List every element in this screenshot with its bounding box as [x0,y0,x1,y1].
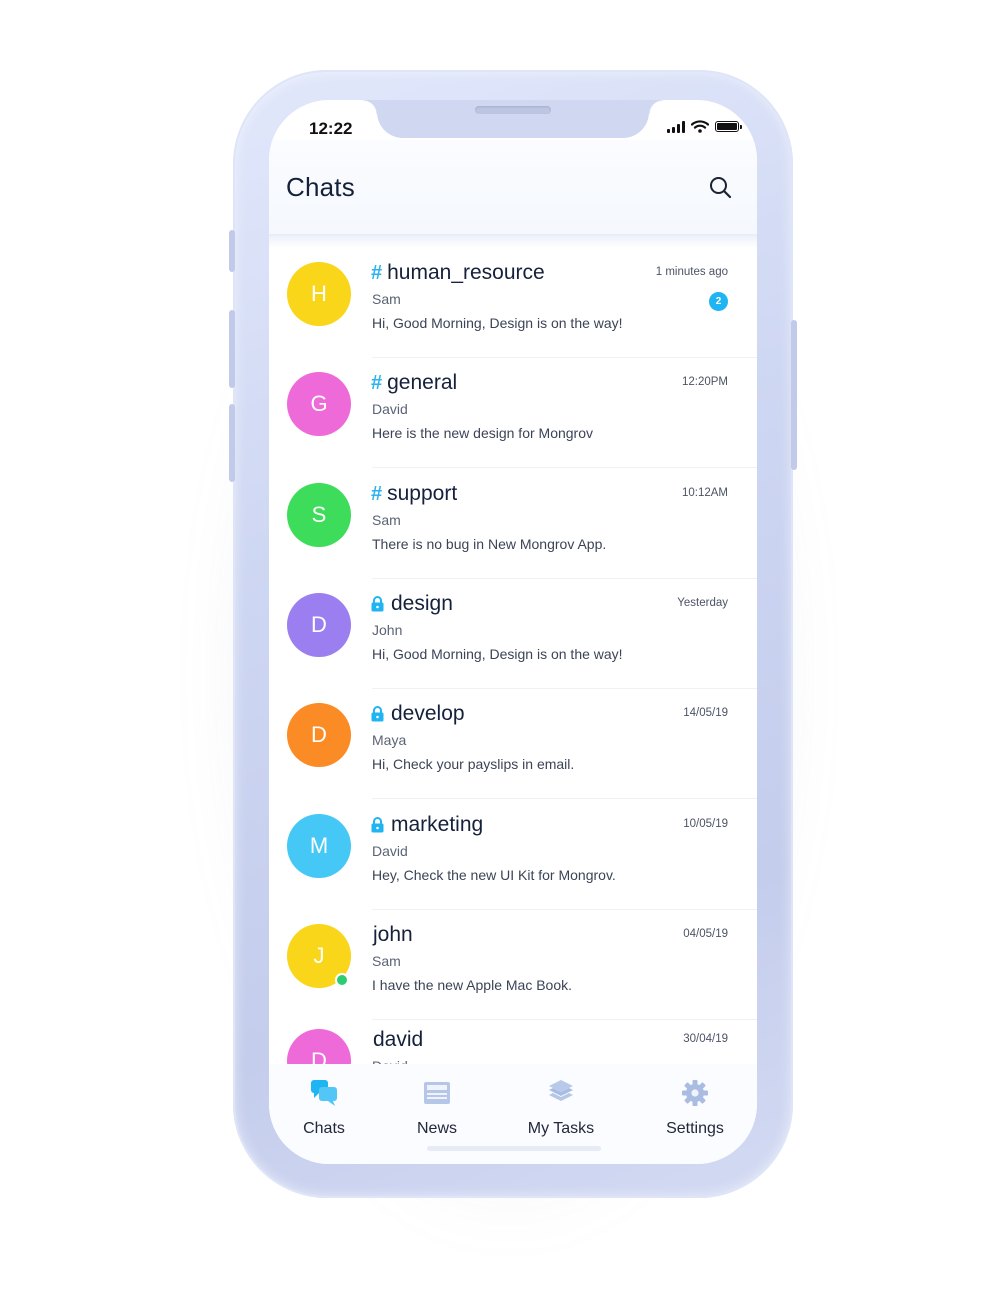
avatar: M [287,814,351,878]
header-divider [269,234,757,248]
status-time: 12:22 [309,119,353,138]
chat-preview: Here is the new design for Mongrov [372,425,593,441]
avatar: D [287,593,351,657]
chat-preview: There is no bug in New Mongrov App. [372,536,607,552]
chat-preview: Hey, Check the new UI Kit for Mongrov. [372,867,616,883]
chat-name: david [373,1028,423,1052]
chat-timestamp: 1 minutes ago [655,266,728,278]
lock-icon [371,596,384,612]
chat-row[interactable]: DdavidDavid30/04/19 [269,1015,757,1064]
hash-channel-icon: # [371,261,383,284]
gear-icon [682,1080,708,1106]
chat-sender: David [372,401,408,417]
chat-name-text: develop [391,702,465,725]
search-button[interactable] [707,174,735,202]
wifi-icon [691,120,709,133]
chat-timestamp: Yesterday [677,597,728,609]
row-divider [372,798,757,799]
chat-name: develop [371,702,465,726]
chat-sender: Sam [372,512,401,528]
tab-my-tasks[interactable]: My Tasks [506,1074,616,1140]
tab-chats[interactable]: Chats [269,1074,379,1140]
chat-sender: Sam [372,291,401,307]
status-icons [667,120,742,133]
chat-row[interactable]: S # support Sam There is no bug in New Mongr… [269,469,757,579]
chat-name-text: david [373,1028,424,1051]
chat-name: # general [371,371,457,395]
chat-row[interactable]: Jjohn Sam I have the new Apple Mac Book. 04… [269,910,757,1020]
chat-row[interactable]: H # human_resource Sam Hi, Good Morning, Des… [269,248,757,358]
chat-row[interactable]: G # general David Here is the new design for… [269,358,757,468]
avatar: D [287,703,351,767]
phone-screen: 12:22 Chats H # human_resource Sam Hi, Good … [269,100,757,1164]
row-divider [372,467,757,468]
chat-timestamp: 30/04/19 [683,1033,728,1045]
layers-icon [549,1080,573,1101]
chat-timestamp: 14/05/19 [683,707,728,719]
chat-name: # human_resource [371,261,545,285]
lock-icon [371,817,384,833]
home-indicator[interactable] [427,1146,601,1151]
page-title: Chats [286,172,355,202]
unread-count-badge: 2 [709,292,728,311]
chat-name-text: support [387,482,458,505]
chat-row[interactable]: Mmarketing David Hey, Check the new UI Kit… [269,800,757,910]
tab-label-my-tasks: My Tasks [527,1120,595,1137]
cellular-signal-icon [667,120,685,133]
chat-preview: Hi, Check your payslips in email. [372,756,575,772]
volume-down-button [229,404,235,482]
chat-timestamp: 10/05/19 [683,818,728,830]
chat-name-text: human_resource [387,261,545,284]
hash-channel-icon: # [371,482,383,505]
battery-icon [715,121,742,132]
hash-channel-icon: # [371,371,383,394]
bottom-tab-bar: Chats News My Tasks Settings [269,1064,757,1164]
chat-preview: Hi, Good Morning, Design is on the way! [372,315,623,331]
online-status-dot [335,973,349,987]
tab-settings[interactable]: Settings [640,1074,750,1140]
lock-icon [371,706,384,722]
tab-label-settings: Settings [666,1120,724,1137]
chat-name-text: design [391,592,453,615]
search-icon [710,177,732,199]
mute-switch [229,230,235,272]
chat-name: marketing [371,813,483,837]
chat-sender: Maya [372,732,407,748]
chat-timestamp: 10:12AM [681,487,728,499]
chat-row[interactable]: Ddevelop Maya Hi, Check your payslips in e… [269,689,757,799]
speaker-grille [475,106,551,114]
tab-label-news: News [416,1120,457,1137]
avatar: D [287,1029,351,1064]
avatar: S [287,483,351,547]
chat-name: # support [371,482,457,506]
tab-news[interactable]: News [382,1074,492,1140]
power-button [791,320,797,470]
newspaper-icon [424,1082,450,1104]
tab-label-chats: Chats [303,1120,345,1137]
chat-name: john [373,923,413,947]
chat-name-text: marketing [391,813,484,836]
chat-name-text: john [373,923,413,946]
avatar: G [287,372,351,436]
volume-up-button [229,310,235,388]
notch [363,100,663,138]
chat-name-text: general [387,371,458,394]
chat-sender: John [372,622,403,638]
chat-list[interactable]: H # human_resource Sam Hi, Good Morning, Des… [269,248,757,1064]
chat-sender: Sam [372,953,401,969]
chat-timestamp: 12:20PM [681,376,728,388]
chat-preview: Hi, Good Morning, Design is on the way! [372,646,623,662]
chat-preview: I have the new Apple Mac Book. [372,977,573,993]
chat-name: design [371,592,453,616]
avatar: H [287,262,351,326]
chat-timestamp: 04/05/19 [683,928,728,940]
chat-bubbles-icon [311,1080,337,1106]
chat-sender: David [372,843,408,859]
chat-row[interactable]: Ddesign John Hi, Good Morning, Design is o… [269,579,757,689]
